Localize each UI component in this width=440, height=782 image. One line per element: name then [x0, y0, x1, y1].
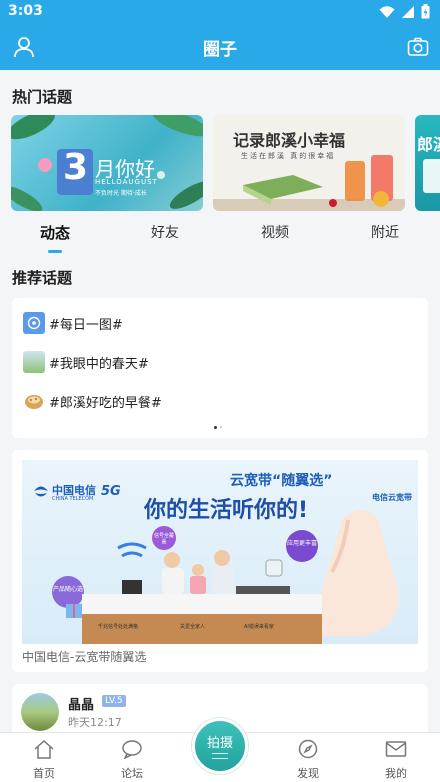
app-header: 圈子 — [0, 24, 440, 70]
ad-card[interactable]: 中国电信 CHINA TELECOM 5G 云宽带“随翼选” 你的生活听你的! … — [12, 450, 428, 672]
recommended-topic-item[interactable]: #我眼中的春天# — [23, 351, 149, 373]
recommended-topic-item[interactable]: #郎溪好吃的早餐# — [23, 390, 162, 412]
active-tab-indicator — [48, 250, 62, 253]
chat-bubble-icon — [122, 740, 142, 760]
nav-discover[interactable]: 发现 — [278, 739, 338, 781]
recommended-topics-card: #每日一图# #我眼中的春天# #郎溪好吃的早餐# — [12, 298, 428, 438]
hot-topics-carousel[interactable]: 3 月你好 HELLOAUGUST 不负时光 期待·成长 记录郎溪小幸福 生活在… — [11, 115, 440, 211]
topic-card-langxi-happiness[interactable]: 记录郎溪小幸福 生活在郎溪 真的很幸福 — [213, 115, 405, 211]
topic-card-big-number: 3 — [63, 147, 89, 188]
family-kitchen-image — [66, 510, 399, 644]
post-time: 昨天12:17 — [68, 716, 122, 729]
topic-card-subtitle-en: HELLOAUGUST — [95, 178, 158, 186]
shoot-button[interactable]: 拍摄 — [192, 718, 248, 774]
ad-panel-item: 千兆信号处处满格 — [98, 624, 139, 630]
topic-card-heading: 郎溪 — [417, 135, 440, 154]
compass-icon — [298, 739, 318, 759]
topic-card-subtitle-cn: 不负时光 期待·成长 — [95, 190, 147, 197]
feed-tabs: 动态 好友 视频 附近 — [0, 214, 440, 256]
hot-topics-title: 热门话题 — [12, 88, 73, 106]
tab-friends[interactable]: 好友 — [125, 222, 205, 242]
recommended-topics-title: 推荐话题 — [12, 269, 73, 287]
ad-caption: 中国电信-云宽带随翼选 — [22, 650, 147, 664]
spring-thumbnail-icon — [23, 351, 45, 373]
nav-profile-label: 我的 — [385, 767, 407, 780]
tab-dynamic[interactable]: 动态 — [15, 222, 95, 243]
status-icons — [379, 4, 430, 19]
topic-card-langxi[interactable]: 郎溪 — [415, 115, 440, 211]
recommended-topic-label: #我眼中的春天# — [49, 356, 149, 372]
nav-home[interactable]: 首页 — [14, 739, 74, 781]
post-author[interactable]: 晶晶 — [68, 694, 94, 713]
avatar[interactable] — [21, 693, 59, 731]
tab-video[interactable]: 视频 — [235, 222, 315, 242]
ad-panel-item: 关爱全家人 — [180, 624, 206, 630]
camera-icon[interactable] — [406, 35, 430, 59]
daily-photo-icon — [23, 312, 45, 334]
breakfast-thumbnail-icon — [23, 390, 45, 412]
recommended-topic-label: #郎溪好吃的早餐# — [49, 395, 162, 411]
nav-home-label: 首页 — [33, 767, 55, 780]
carousel-dot-active — [214, 426, 217, 429]
ad-banner-image[interactable]: 中国电信 CHINA TELECOM 5G 云宽带“随翼选” 你的生活听你的! … — [22, 460, 418, 644]
ad-panel-item: AI错误来看家 — [244, 624, 274, 630]
level-badge: LV.5 — [102, 695, 126, 707]
nav-profile[interactable]: 我的 — [366, 739, 426, 781]
tab-nearby[interactable]: 附近 — [345, 222, 425, 242]
nav-forum-label: 论坛 — [121, 767, 143, 780]
wifi-icon — [379, 5, 395, 18]
carousel-dots — [214, 426, 222, 429]
menu-lines-icon — [212, 753, 228, 759]
dessert-drinks-image — [213, 155, 405, 211]
topic-card-august[interactable]: 3 月你好 HELLOAUGUST 不负时光 期待·成长 — [11, 115, 203, 211]
recommended-topic-label: #每日一图# — [49, 317, 123, 333]
recommended-topic-item[interactable]: #每日一图# — [23, 312, 123, 334]
nav-discover-label: 发现 — [297, 767, 319, 780]
signal-icon — [402, 5, 414, 18]
battery-icon — [421, 4, 430, 19]
home-icon — [34, 739, 54, 759]
topic-card-panel — [423, 159, 440, 193]
shoot-button-label: 拍摄 — [206, 736, 233, 751]
nav-forum[interactable]: 论坛 — [102, 739, 162, 781]
carousel-dot — [220, 426, 222, 428]
status-bar: 3:03 — [0, 0, 440, 24]
page-title: 圈子 — [203, 40, 237, 60]
status-time: 3:03 — [8, 3, 43, 19]
mail-icon — [385, 741, 407, 757]
